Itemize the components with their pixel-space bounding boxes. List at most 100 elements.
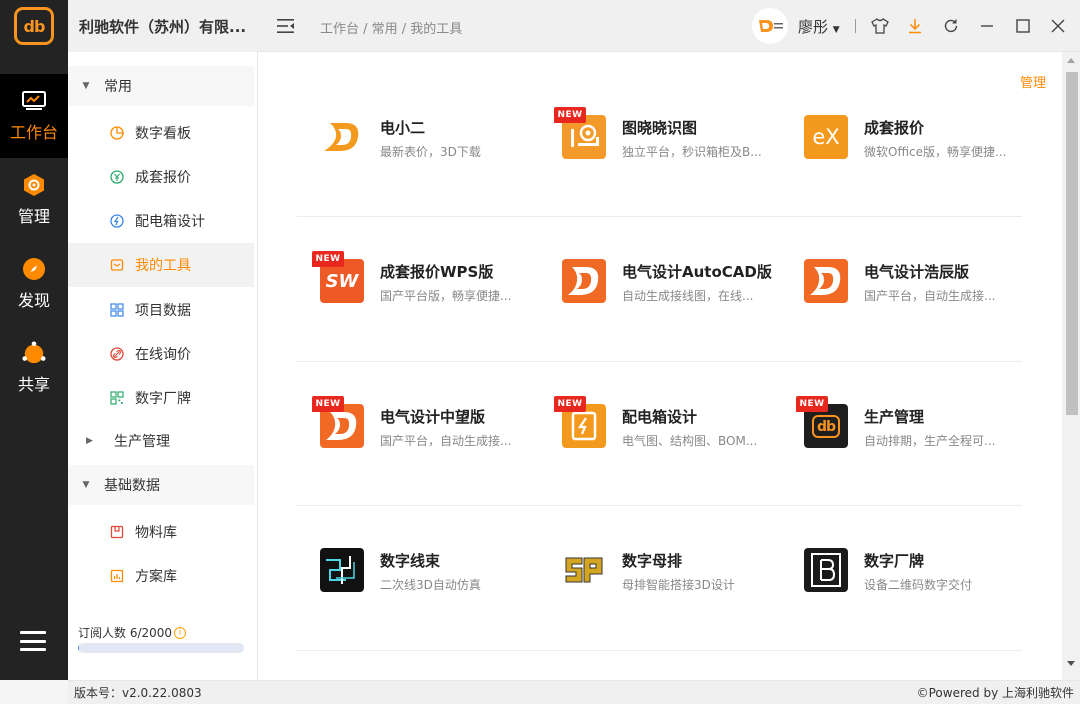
- nav-item-online-inquiry[interactable]: 在线询价: [68, 332, 254, 376]
- scrollbar[interactable]: [1062, 52, 1080, 680]
- tool-name: 成套报价: [864, 119, 925, 137]
- status-bar: 版本号：v2.0.22.0803 ©Powered by 上海利驰软件: [68, 680, 1080, 704]
- rail-label-workbench: 工作台: [9, 123, 58, 142]
- nav-group-basic-data[interactable]: ▼ 基础数据: [68, 465, 254, 505]
- tool-name: 配电箱设计: [622, 408, 698, 426]
- caret-down-icon: ▼: [82, 480, 90, 490]
- new-badge: NEW: [554, 396, 586, 412]
- scroll-thumb[interactable]: [1066, 72, 1078, 415]
- maximize-icon[interactable]: [1013, 16, 1033, 36]
- caret-down-icon: ▼: [832, 25, 840, 35]
- powered-by-label: ©Powered by 上海利驰软件: [916, 686, 1074, 700]
- rail-label-share: 共享: [17, 375, 50, 394]
- new-badge: NEW: [312, 251, 344, 267]
- tool-card-autocad[interactable]: 电气设计AutoCAD版 自动生成接线图，在线...: [562, 255, 792, 311]
- scroll-down-arrow-icon[interactable]: [1067, 661, 1075, 666]
- rail-item-workbench[interactable]: 工作台: [0, 74, 68, 158]
- app-logo-text: db: [23, 16, 46, 36]
- tool-name: 数字线束: [380, 552, 441, 570]
- tool-name: 电气设计浩辰版: [864, 263, 970, 281]
- nav-item-label: 我的工具: [135, 258, 191, 274]
- tool-desc: 母排智能搭接3D设计: [622, 578, 735, 592]
- skin-shirt-icon[interactable]: [870, 16, 890, 36]
- nav-item-digital-board[interactable]: 数字看板: [68, 111, 254, 155]
- nav-item-label: 项目数据: [135, 303, 191, 319]
- tool-card-quotation[interactable]: eX 成套报价 微软Office版，畅享便捷...: [804, 111, 1034, 167]
- close-icon[interactable]: [1048, 16, 1068, 36]
- subscriber-progress-bar: [78, 643, 244, 653]
- version-label: 版本号：v2.0.22.0803: [74, 686, 202, 700]
- rail-item-manage[interactable]: 管理: [0, 158, 68, 242]
- compass-icon: [22, 257, 46, 281]
- tool-card-busbar[interactable]: 数字母排 母排智能搭接3D设计: [562, 544, 792, 600]
- download-icon[interactable]: [905, 16, 925, 36]
- tool-card-wire-harness[interactable]: 数字线束 二次线3D自动仿真: [320, 544, 550, 600]
- nav-item-material-library[interactable]: 物料库: [68, 510, 254, 554]
- nav-item-label: 数字看板: [135, 126, 191, 142]
- tool-desc: 最新表价，3D下载: [380, 145, 481, 159]
- busbar-logo-icon: [562, 548, 606, 592]
- nav-item-label: 数字厂牌: [135, 391, 191, 407]
- box-bolt-logo-icon: NEW: [554, 396, 606, 448]
- yen-icon: [109, 170, 124, 185]
- nav-item-label: 物料库: [135, 525, 177, 541]
- nav-group-production[interactable]: ▶ 生产管理: [68, 421, 254, 461]
- nav-item-project-data[interactable]: 项目数据: [68, 288, 254, 332]
- nav-group-common[interactable]: ▼ 常用: [68, 66, 254, 106]
- ex-logo-icon: eX: [804, 115, 848, 159]
- tool-card-production[interactable]: db NEW 生产管理 自动排期，生产全程可...: [796, 396, 1034, 456]
- tool-card-gstarcad[interactable]: 电气设计浩辰版 国产平台，自动生成接...: [804, 255, 1034, 311]
- bar-chart-icon: [109, 569, 124, 584]
- tool-card-quotation-wps[interactable]: SW NEW 成套报价WPS版 国产平台版，畅享便捷...: [312, 251, 550, 311]
- tuxiaoxiao-logo-icon: NEW: [554, 107, 606, 159]
- pie-chart-icon: [109, 126, 124, 141]
- row-divider: [297, 361, 1022, 362]
- row-divider: [297, 650, 1022, 651]
- subscriber-count: 订阅人数 6/2000 i: [78, 624, 187, 641]
- company-name: 利驰软件（苏州）有限...: [68, 0, 258, 52]
- tool-card-nameplate[interactable]: 数字厂牌 设备二维码数字交付: [804, 544, 1034, 600]
- scroll-up-arrow-icon[interactable]: [1067, 58, 1075, 63]
- tool-desc: 微软Office版，畅享便捷...: [864, 145, 1007, 159]
- tool-card-tuxiaoxiao[interactable]: NEW 图晓晓识图 独立平台，秒识箱柜及B...: [554, 107, 792, 167]
- tool-name: 图晓晓识图: [622, 119, 698, 137]
- nav-item-quotation[interactable]: 成套报价: [68, 155, 254, 199]
- tool-card-zwcad[interactable]: NEW 电气设计中望版 国产平台，自动生成接...: [312, 396, 550, 456]
- app-logo: db: [14, 7, 54, 45]
- refresh-icon[interactable]: [941, 16, 961, 36]
- nav-item-my-tools[interactable]: 我的工具: [68, 243, 254, 287]
- nav-item-digital-nameplate[interactable]: 数字厂牌: [68, 376, 254, 420]
- minimize-icon[interactable]: [977, 16, 997, 36]
- row-divider: [297, 505, 1022, 506]
- nav-item-box-design[interactable]: 配电箱设计: [68, 199, 254, 243]
- tool-desc: 电气图、结构图、BOM...: [622, 434, 758, 448]
- avatar[interactable]: [752, 8, 788, 44]
- manage-link[interactable]: 管理: [1020, 72, 1046, 91]
- rail-item-share[interactable]: 共享: [0, 326, 68, 410]
- rail-label-discover: 发现: [17, 291, 50, 310]
- tool-card-box-design[interactable]: NEW 配电箱设计 电气图、结构图、BOM...: [554, 396, 792, 456]
- d-logo-icon: NEW: [312, 396, 364, 448]
- tool-name: 数字母排: [622, 552, 683, 570]
- info-icon[interactable]: i: [174, 626, 187, 639]
- nav-item-solution-library[interactable]: 方案库: [68, 554, 254, 598]
- tool-name: 数字厂牌: [864, 552, 925, 570]
- tool-name: 电气设计AutoCAD版: [622, 263, 772, 281]
- rail-item-discover[interactable]: 发现: [0, 242, 68, 326]
- hexagon-gear-icon: [22, 173, 46, 197]
- new-badge: NEW: [796, 396, 828, 412]
- user-name: 廖彤: [798, 18, 829, 36]
- user-menu[interactable]: 廖彤 ▼: [798, 16, 840, 37]
- box-icon: [109, 525, 124, 540]
- dianxiaoer-logo-icon: [320, 115, 364, 159]
- nameplate-logo-icon: [804, 548, 848, 592]
- hamburger-menu-icon[interactable]: [20, 628, 46, 654]
- tool-desc: 自动生成接线图，在线...: [622, 289, 754, 303]
- qr-icon: [109, 391, 124, 406]
- tool-card-dianxiaoer[interactable]: 电小二 最新表价，3D下载: [320, 111, 550, 167]
- monitor-icon: [22, 89, 46, 113]
- collapse-sidebar-icon[interactable]: [277, 18, 294, 33]
- lightning-icon: [109, 214, 124, 229]
- tool-name: 成套报价WPS版: [380, 263, 494, 281]
- rail-label-manage: 管理: [17, 207, 50, 226]
